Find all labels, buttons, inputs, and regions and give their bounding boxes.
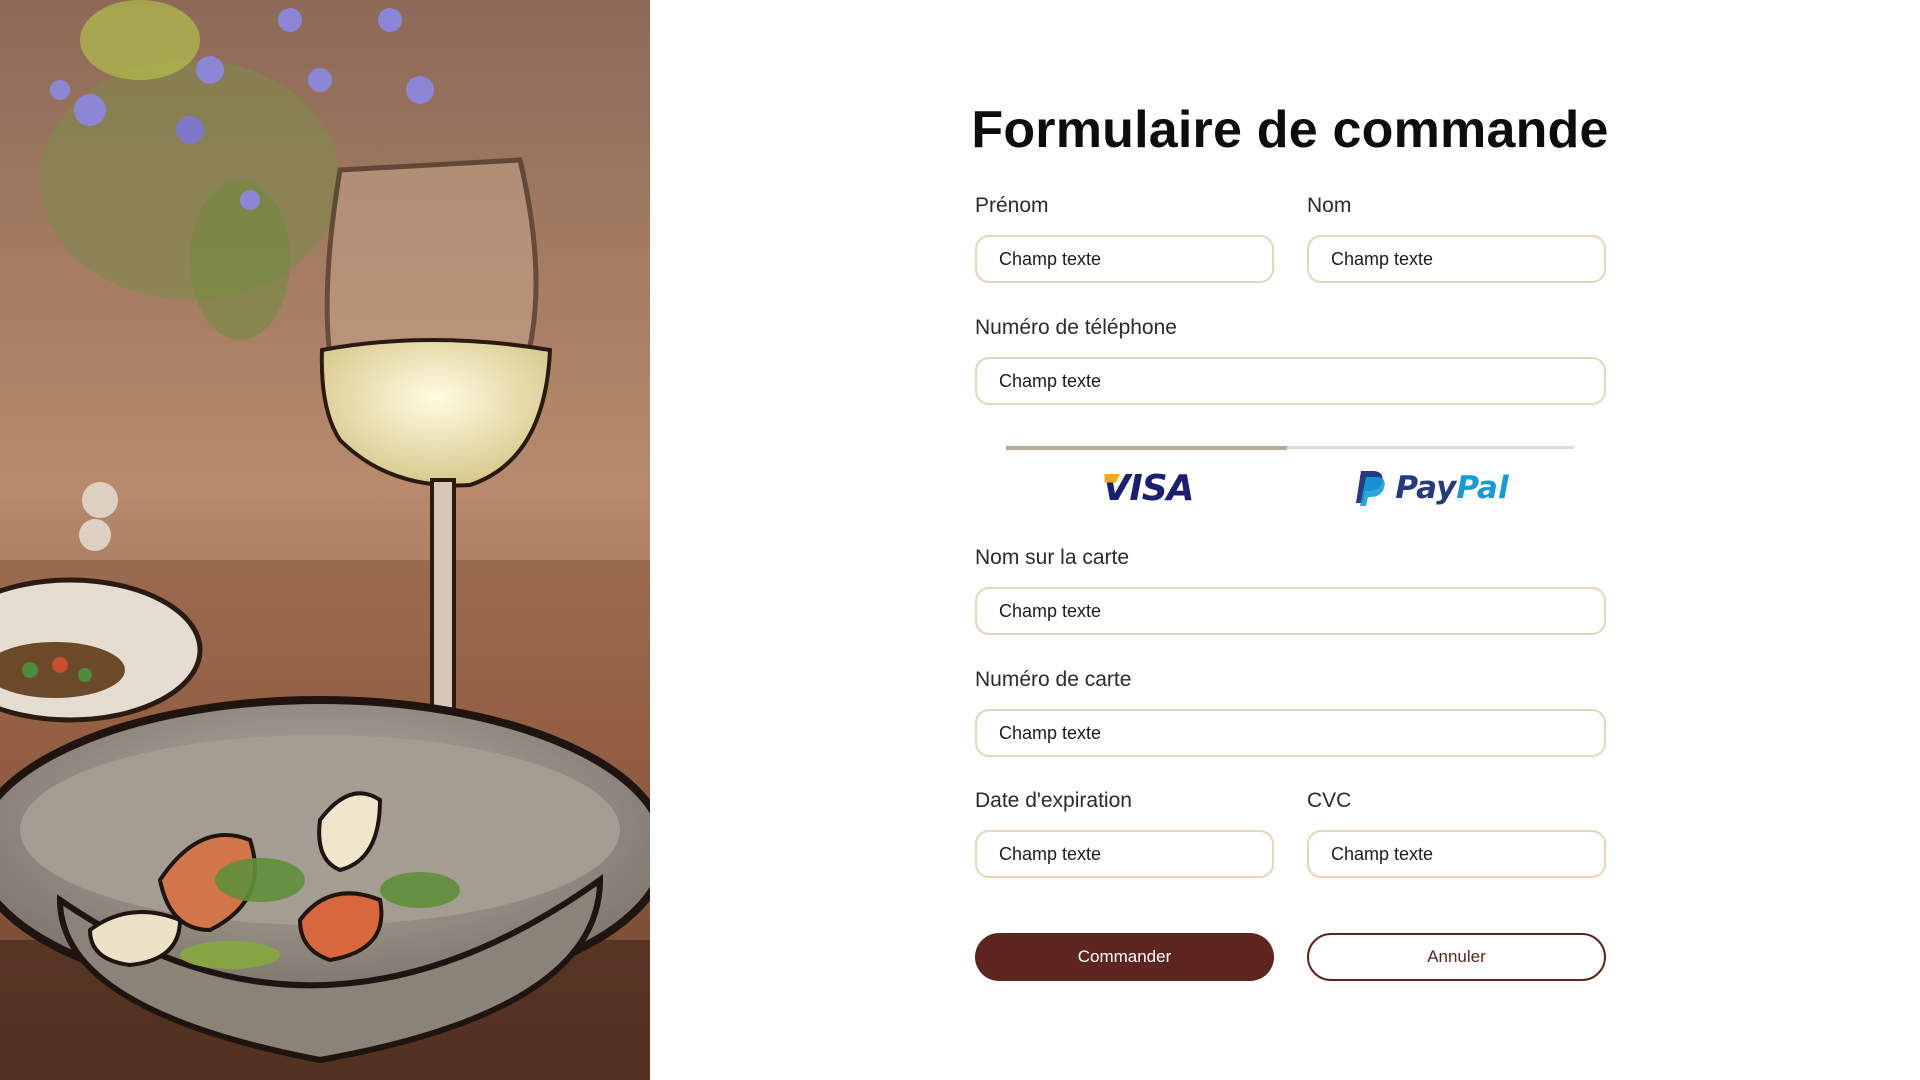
paypal-logo-text: PayPal bbox=[1395, 470, 1508, 506]
visa-logo-icon: VISA bbox=[1102, 468, 1194, 509]
card-name-input[interactable] bbox=[975, 587, 1606, 635]
cvc-input[interactable] bbox=[1307, 830, 1606, 878]
first-name-input[interactable] bbox=[975, 235, 1274, 283]
first-name-label: Prénom bbox=[975, 194, 1049, 217]
card-name-label: Nom sur la carte bbox=[975, 546, 1130, 569]
phone-group: Numéro de téléphone bbox=[975, 315, 1606, 405]
order-page: Formulaire de commande Prénom Nom Numéro… bbox=[0, 0, 1920, 1080]
card-number-label: Numéro de carte bbox=[975, 668, 1132, 691]
payment-tab-visa[interactable]: VISA bbox=[1006, 466, 1290, 510]
restaurant-table-photo bbox=[0, 0, 650, 1080]
card-name-group: Nom sur la carte bbox=[975, 545, 1606, 635]
payment-tab-paypal[interactable]: PayPal bbox=[1290, 466, 1574, 510]
phone-input[interactable] bbox=[975, 357, 1606, 405]
cancel-button[interactable]: Annuler bbox=[1307, 933, 1606, 981]
card-number-group: Numéro de carte bbox=[975, 667, 1606, 757]
paypal-p-mark-icon bbox=[1356, 471, 1386, 506]
paypal-logo-text-pal: Pal bbox=[1456, 470, 1509, 506]
phone-label: Numéro de téléphone bbox=[975, 316, 1177, 339]
expiry-group: Date d'expiration bbox=[975, 788, 1274, 878]
last-name-group: Nom bbox=[1307, 193, 1606, 283]
last-name-input[interactable] bbox=[1307, 235, 1606, 283]
paypal-logo-text-pay: Pay bbox=[1395, 470, 1457, 506]
expiry-label: Date d'expiration bbox=[975, 789, 1132, 812]
payment-method-tabs: VISA PayPal bbox=[1006, 446, 1574, 510]
payment-tab-active-indicator bbox=[1006, 446, 1287, 450]
submit-order-button[interactable]: Commander bbox=[975, 933, 1274, 981]
cvc-label: CVC bbox=[1307, 789, 1352, 812]
page-title: Formulaire de commande bbox=[971, 101, 1609, 159]
expiry-input[interactable] bbox=[975, 830, 1274, 878]
first-name-group: Prénom bbox=[975, 193, 1274, 283]
paypal-logo-icon: PayPal bbox=[1355, 469, 1509, 507]
cvc-group: CVC bbox=[1307, 788, 1606, 878]
card-number-input[interactable] bbox=[975, 709, 1606, 757]
last-name-label: Nom bbox=[1307, 194, 1352, 217]
